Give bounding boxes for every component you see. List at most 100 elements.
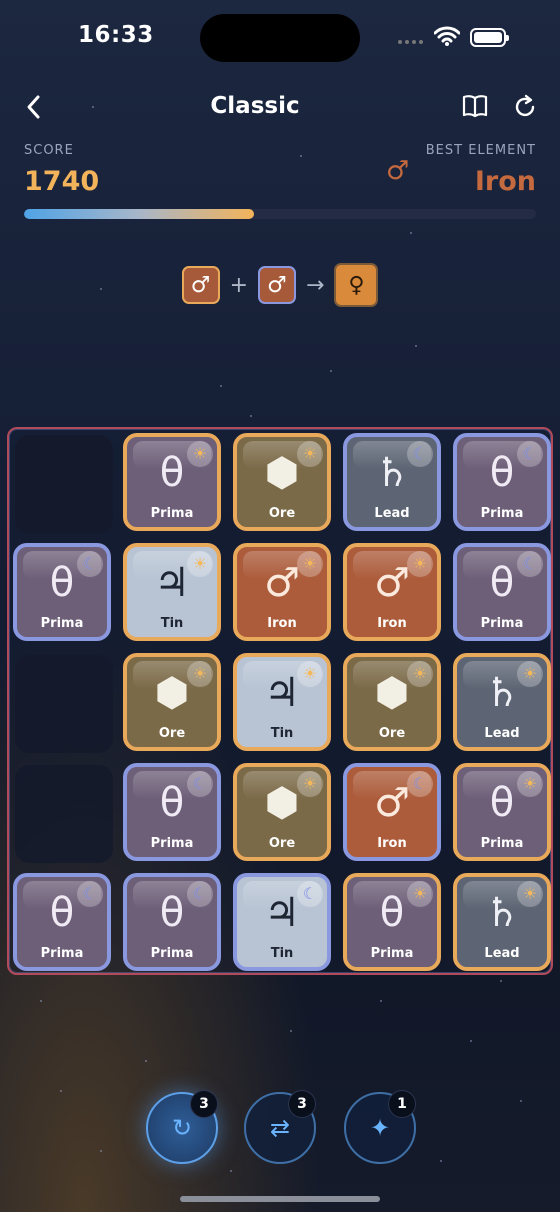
wifi-icon	[434, 26, 460, 46]
moon-icon: ☾	[187, 771, 213, 797]
sparkle-icon: ✦	[369, 1114, 391, 1142]
page-title: Classic	[210, 93, 300, 119]
moon-icon: ☾	[407, 441, 433, 467]
best-element-label: BEST ELEMENT	[425, 143, 536, 158]
sun-icon: ☀	[187, 441, 213, 467]
tile-label: Tin	[270, 946, 294, 961]
tile-label: Ore	[158, 726, 186, 741]
score-progress-bar	[24, 209, 536, 219]
tile-iron[interactable]: ♂ ☾ Iron	[343, 763, 441, 861]
book-icon[interactable]	[462, 94, 488, 118]
tile-tin[interactable]: ♃ ☀ Tin	[123, 543, 221, 641]
tile-label: Lead	[374, 506, 410, 521]
tile-label: Prima	[150, 506, 194, 521]
booster-count-badge: 1	[388, 1090, 416, 1118]
sun-icon: ☀	[407, 551, 433, 577]
tile-label: Tin	[160, 616, 184, 631]
score-value: 1740	[24, 166, 100, 197]
sun-icon: ☀	[297, 771, 323, 797]
tile-prima[interactable]: θ ☾ Prima	[123, 763, 221, 861]
tile-ore[interactable]: ⬢ ☀ Ore	[343, 653, 441, 751]
tile-prima[interactable]: θ ☾ Prima	[453, 543, 551, 641]
tile-label: Prima	[480, 616, 524, 631]
tile-tin[interactable]: ♃ ☾ Tin	[233, 873, 331, 971]
score-progress-fill	[24, 209, 255, 219]
tile-label: Ore	[378, 726, 406, 741]
moon-icon: ☾	[517, 441, 543, 467]
recipe-arrow: →	[306, 272, 325, 298]
sun-icon: ☀	[297, 551, 323, 577]
booster-count-badge: 3	[288, 1090, 316, 1118]
sun-icon: ☀	[407, 881, 433, 907]
swap-booster-button[interactable]: ⇄ 3	[244, 1090, 316, 1164]
moon-icon: ☾	[187, 881, 213, 907]
undo-booster-button[interactable]: ↻ 3	[146, 1090, 218, 1164]
tile-label: Lead	[484, 946, 520, 961]
tile-prima[interactable]: θ ☾ Prima	[453, 433, 551, 531]
tile-label: Prima	[150, 946, 194, 961]
tile-label: Lead	[484, 726, 520, 741]
empty-cell[interactable]	[15, 655, 113, 753]
undo-icon: ↻	[171, 1114, 193, 1142]
tile-label: Prima	[150, 836, 194, 851]
moon-icon: ☾	[407, 771, 433, 797]
tile-label: Ore	[268, 836, 296, 851]
recipe-input-a: ♂	[181, 266, 220, 304]
recipe-plus: +	[229, 272, 248, 298]
tile-label: Prima	[40, 946, 84, 961]
recipe-input-b: ♂	[258, 266, 296, 304]
battery-icon	[470, 28, 509, 47]
best-element-symbol: ♂	[386, 156, 410, 186]
empty-cell[interactable]	[15, 435, 113, 533]
sun-icon: ☀	[517, 661, 543, 687]
tile-lead[interactable]: ♄ ☀ Lead	[453, 653, 551, 751]
tile-label: Prima	[480, 506, 524, 521]
tile-label: Prima	[370, 946, 414, 961]
sun-icon: ☀	[297, 441, 323, 467]
tile-ore[interactable]: ⬢ ☀ Ore	[233, 763, 331, 861]
booster-count-badge: 3	[190, 1090, 218, 1118]
sparkle-booster-button[interactable]: ✦ 1	[344, 1090, 416, 1164]
tile-ore[interactable]: ⬢ ☀ Ore	[233, 433, 331, 531]
home-indicator	[180, 1196, 380, 1202]
tile-label: Prima	[40, 616, 84, 631]
moon-icon: ☾	[297, 881, 323, 907]
tile-iron[interactable]: ♂ ☀ Iron	[343, 543, 441, 641]
dynamic-island	[200, 14, 360, 62]
tile-prima[interactable]: θ ☀ Prima	[453, 763, 551, 861]
sun-icon: ☀	[407, 661, 433, 687]
tile-label: Prima	[480, 836, 524, 851]
sun-icon: ☀	[517, 881, 543, 907]
tile-lead[interactable]: ♄ ☾ Lead	[343, 433, 441, 531]
status-bar: 16:33	[0, 0, 560, 76]
moon-icon: ☾	[517, 551, 543, 577]
sun-icon: ☀	[297, 661, 323, 687]
score-label: SCORE	[24, 143, 74, 158]
game-board: θ ☀ Prima ⬢ ☀ Ore ♄ ☾ Lead θ ☾ Prima θ ☾ Prima ♃ ☀ Tin ♂ ☀ I…	[7, 427, 553, 975]
sun-icon: ☀	[187, 661, 213, 687]
tile-tin[interactable]: ♃ ☀ Tin	[233, 653, 331, 751]
tile-label: Iron	[377, 836, 407, 851]
tile-prima[interactable]: θ ☀ Prima	[123, 433, 221, 531]
tile-prima[interactable]: θ ☾ Prima	[123, 873, 221, 971]
tile-label: Ore	[268, 506, 296, 521]
sun-icon: ☀	[187, 551, 213, 577]
empty-cell[interactable]	[15, 765, 113, 863]
tile-prima[interactable]: θ ☀ Prima	[343, 873, 441, 971]
tile-iron[interactable]: ♂ ☀ Iron	[233, 543, 331, 641]
tile-lead[interactable]: ♄ ☀ Lead	[453, 873, 551, 971]
tile-label: Tin	[270, 726, 294, 741]
signal-icon	[398, 40, 423, 44]
sun-icon: ☀	[517, 771, 543, 797]
recipe-result: ♀	[334, 263, 379, 307]
status-time: 16:33	[78, 22, 154, 48]
tile-label: Iron	[267, 616, 297, 631]
tile-prima[interactable]: θ ☾ Prima	[13, 873, 111, 971]
refresh-icon[interactable]	[512, 94, 538, 120]
best-element-value: Iron	[474, 166, 536, 197]
recipe-hint: ♂ + ♂ → ♀	[0, 263, 560, 307]
moon-icon: ☾	[77, 551, 103, 577]
tile-prima[interactable]: θ ☾ Prima	[13, 543, 111, 641]
tile-ore[interactable]: ⬢ ☀ Ore	[123, 653, 221, 751]
swap-icon: ⇄	[269, 1114, 291, 1142]
